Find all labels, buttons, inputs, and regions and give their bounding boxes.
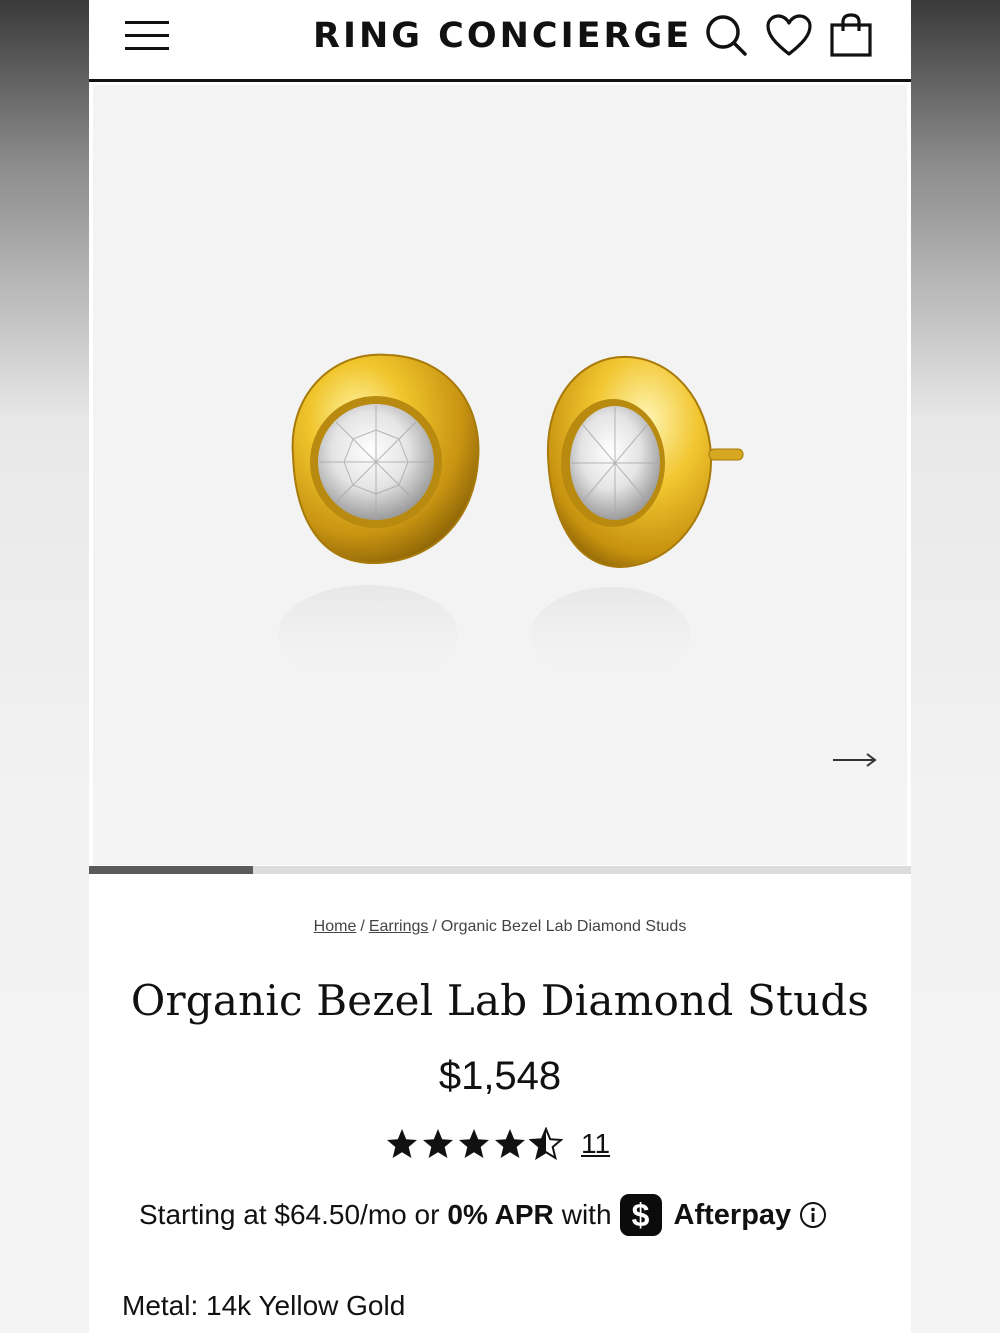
cash-app-icon: $ (619, 1194, 662, 1236)
breadcrumb-current: Organic Bezel Lab Diamond Studs (440, 918, 687, 935)
menu-icon[interactable] (125, 18, 171, 54)
info-icon[interactable] (799, 1201, 827, 1229)
metal-selection-label: Metal: 14k Yellow Gold (122, 1290, 406, 1321)
site-logo[interactable]: RING CONCIERGE (313, 14, 692, 58)
menu-line (125, 47, 169, 50)
breadcrumb: Home / Earrings / Organic Bezel Lab Diamond … (89, 918, 911, 936)
star-half-icon (529, 1127, 563, 1161)
site-header: RING CONCIERGE (89, 0, 911, 82)
gallery-progress-bar (89, 866, 911, 874)
product-image (278, 353, 744, 685)
rating-stars (385, 1127, 565, 1161)
breadcrumb-earrings[interactable]: Earrings (369, 918, 429, 935)
product-rating[interactable]: 11 (385, 1124, 610, 1164)
breadcrumb-home[interactable]: Home (314, 918, 357, 935)
financing-info: Starting at $64.50/mo or 0% APR with $ Aft… (139, 1192, 827, 1238)
search-icon[interactable] (703, 12, 751, 60)
breadcrumb-separator: / (360, 918, 365, 935)
star-full-icon (459, 1129, 489, 1158)
breadcrumb-separator: / (432, 918, 437, 935)
financing-with: with (561, 1199, 612, 1230)
gallery-progress-fill (89, 866, 254, 874)
product-title: Organic Bezel Lab Diamond Studs (130, 976, 870, 1025)
review-count-link[interactable]: 11 (581, 1128, 610, 1160)
menu-line (125, 34, 169, 37)
afterpay-logo: Afterpay (673, 1198, 792, 1231)
product-price: $1,548 (438, 1054, 562, 1098)
menu-line (125, 21, 169, 24)
star-full-icon (495, 1129, 525, 1158)
star-full-icon (387, 1129, 417, 1158)
star-full-icon (423, 1129, 453, 1158)
product-image-gallery[interactable] (93, 85, 907, 865)
next-image-arrow-icon[interactable] (831, 745, 879, 775)
financing-apr: 0% APR (447, 1199, 554, 1230)
product-page: RING CONCIERGE Home / Earrings / Organic… (89, 0, 911, 1333)
financing-prefix: Starting at $64.50/mo or (139, 1199, 440, 1230)
shopping-bag-icon[interactable] (827, 12, 875, 60)
heart-icon[interactable] (765, 12, 813, 60)
